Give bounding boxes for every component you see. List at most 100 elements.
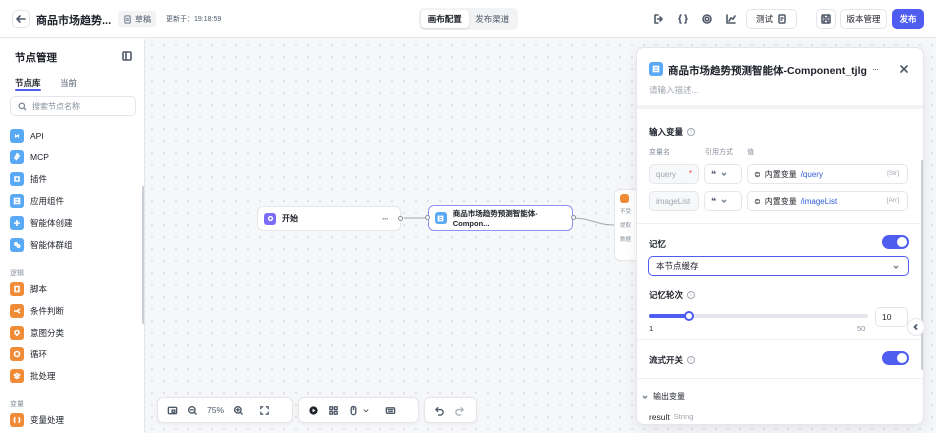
node-component[interactable]: 商品市场趋势预测智能体-Compon... xyxy=(425,205,576,231)
node-search-input[interactable]: 搜索节点名称 xyxy=(10,96,136,116)
mouse-icon[interactable] xyxy=(348,405,359,416)
info-icon: i xyxy=(687,291,696,299)
memory-rounds-slider[interactable] xyxy=(649,311,868,321)
var-name: query xyxy=(656,169,677,179)
zoom-in-icon[interactable] xyxy=(233,405,244,416)
var-value-select[interactable]: ⊜ 内置变量/query [Str] xyxy=(747,164,908,184)
memory-mode-value: 本节点缓存 xyxy=(656,261,699,271)
history-toolbar xyxy=(424,397,477,423)
undo-icon[interactable] xyxy=(434,405,445,416)
sidebar-item-label: 智能体群组 xyxy=(30,240,73,250)
tab-underline xyxy=(15,89,41,91)
sidebar-item-agent-group[interactable]: 智能体群组 xyxy=(10,237,73,253)
panel-close-button[interactable] xyxy=(897,62,911,76)
batch-icon xyxy=(10,369,24,383)
sidebar-item-label: 脚本 xyxy=(30,284,48,294)
sidebar-item-loop[interactable]: 循环 xyxy=(10,346,47,362)
variable-icon xyxy=(10,413,24,427)
ref-quote-icon: ❝ xyxy=(711,195,717,206)
sidebar-item-label: 应用组件 xyxy=(30,196,65,206)
section-variable: 变量 xyxy=(10,401,24,408)
test-label: 测试 xyxy=(755,14,773,24)
node-sidebar: 节点管理 节点库 当前 搜索节点名称 API MCP 插件 应用组件 智能体创建… xyxy=(0,39,145,433)
analytics-button[interactable] xyxy=(722,10,740,28)
sidebar-item-variable[interactable]: 变量处理 xyxy=(10,412,64,428)
sidebar-item-label: API xyxy=(30,131,44,141)
publish-button[interactable]: 发布 xyxy=(892,9,924,29)
output-section-title[interactable]: 输出变量 xyxy=(641,391,685,402)
exit-button[interactable] xyxy=(650,10,668,28)
info-icon: i xyxy=(687,128,696,136)
output-port[interactable] xyxy=(571,215,576,220)
sidebar-item-app-component[interactable]: 应用组件 xyxy=(10,193,64,209)
panel-collapse-button[interactable] xyxy=(907,318,925,336)
tab-publish-channel[interactable]: 发布渠道 xyxy=(469,10,517,28)
sidebar-item-intent[interactable]: 意图分类 xyxy=(10,325,64,341)
node-component-label: 商品市场趋势预测智能体-Compon... xyxy=(452,209,538,228)
gear-icon xyxy=(702,14,712,24)
memory-mode-select[interactable]: 本节点缓存 xyxy=(648,256,909,276)
save-icon xyxy=(821,14,831,24)
col-ref-header: 引用方式 xyxy=(705,149,733,156)
required-mark: * xyxy=(688,169,692,178)
slider-min: 1 xyxy=(649,324,654,333)
value-path: /imageList xyxy=(800,196,838,206)
sidebar-item-condition[interactable]: 条件判断 xyxy=(10,303,64,319)
panel-scrollbar[interactable] xyxy=(921,160,923,370)
input-section-title: 输入变量 i xyxy=(649,126,696,138)
variable-button[interactable] xyxy=(674,10,692,28)
exit-icon xyxy=(654,14,663,24)
slider-fill xyxy=(649,314,690,318)
sidebar-item-batch[interactable]: 批处理 xyxy=(10,368,56,384)
layout-grid-icon[interactable] xyxy=(328,405,339,416)
value-prefix: 内置变量 xyxy=(764,196,797,206)
more-icon[interactable]: ··· xyxy=(382,214,389,224)
chevron-down-icon[interactable] xyxy=(362,405,370,416)
zoom-out-icon[interactable] xyxy=(187,405,198,416)
intent-icon xyxy=(10,326,24,340)
divider xyxy=(637,378,923,379)
minimap-icon[interactable] xyxy=(167,405,178,416)
sidebar-scrollbar[interactable] xyxy=(142,186,144,324)
sidebar-item-mcp[interactable]: MCP xyxy=(10,149,49,165)
var-value-select[interactable]: ⊜ 内置变量/imageList [Arr] xyxy=(747,191,908,211)
tab-current[interactable]: 当前 xyxy=(60,77,77,89)
sidebar-item-plugin[interactable]: 插件 xyxy=(10,171,47,187)
section-logic: 逻辑 xyxy=(10,270,24,277)
ref-mode-select[interactable]: ❝ xyxy=(704,164,742,184)
tab-canvas-config[interactable]: 画布配置 xyxy=(421,10,469,28)
test-button[interactable]: 测试 xyxy=(746,9,797,29)
redo-icon[interactable] xyxy=(454,405,465,416)
slider-handle[interactable] xyxy=(684,311,695,321)
tab-node-library[interactable]: 节点库 xyxy=(15,77,41,89)
start-icon xyxy=(264,212,276,225)
node-start[interactable]: 开始 ··· xyxy=(257,206,403,231)
memory-rounds-input[interactable]: 10 xyxy=(875,307,908,327)
collapse-sidebar-button[interactable] xyxy=(120,49,134,63)
back-button[interactable] xyxy=(12,10,30,28)
ref-mode-select[interactable]: ❝ xyxy=(704,191,742,211)
sidebar-item-script[interactable]: 脚本 xyxy=(10,281,47,297)
type-tag: [Str] xyxy=(887,170,899,177)
sidebar-item-agent-create[interactable]: 智能体创建 xyxy=(10,215,73,231)
sidebar-item-label: 智能体创建 xyxy=(30,218,73,228)
output-port[interactable] xyxy=(398,216,403,221)
stream-toggle[interactable] xyxy=(882,351,909,365)
memory-toggle[interactable] xyxy=(882,235,909,249)
keyboard-icon[interactable] xyxy=(385,405,396,416)
top-bar: 商品市场趋势... 草稿 更新于：19:18:59 画布配置 发布渠道 测试 版… xyxy=(0,0,936,38)
fit-view-icon[interactable] xyxy=(259,405,270,416)
draft-badge: 草稿 xyxy=(118,11,156,27)
settings-button[interactable] xyxy=(698,10,716,28)
description-input[interactable]: 请输入描述... xyxy=(649,84,699,96)
panel-more-button[interactable]: ··· xyxy=(867,62,883,76)
save-button[interactable] xyxy=(816,9,836,29)
input-port[interactable] xyxy=(425,215,430,220)
sidebar-item-api[interactable]: API xyxy=(10,128,44,144)
run-icon[interactable] xyxy=(308,405,319,416)
sidebar-item-label: 意图分类 xyxy=(30,328,65,338)
chevron-down-icon xyxy=(642,394,648,399)
agent-group-icon xyxy=(10,238,24,252)
sidebar-item-label: MCP xyxy=(30,152,49,162)
version-manage-button[interactable]: 版本管理 xyxy=(840,9,887,29)
